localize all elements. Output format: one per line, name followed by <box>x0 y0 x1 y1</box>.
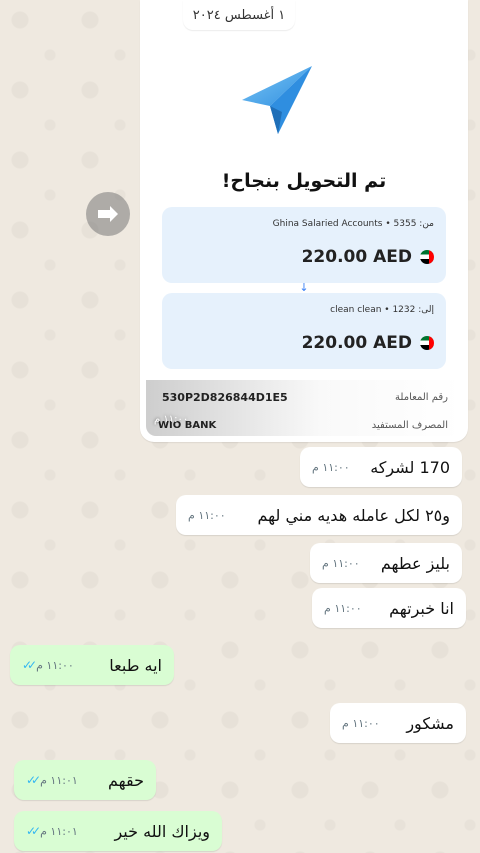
message-time: ١١:٠٠ م <box>324 601 362 615</box>
from-amount: 220.00 AED <box>301 247 412 267</box>
read-receipt-icon: ✓✓ <box>26 824 41 838</box>
from-account-card: من: Ghina Salaried Accounts • 5355 220.0… <box>162 207 446 283</box>
transaction-number: 530P2D826844D1E5 <box>162 391 288 404</box>
message-time: ١١:٠٠ م <box>188 508 226 522</box>
forward-button[interactable] <box>86 192 130 236</box>
message-text: انا خبرتهم <box>389 598 454 618</box>
message-bubble-incoming[interactable]: بليز عطهم ١١:٠٠ م <box>310 543 462 583</box>
message-bubble-incoming[interactable]: انا خبرتهم ١١:٠٠ م <box>312 588 466 628</box>
message-time: ١١:٠٠ م <box>342 716 380 730</box>
message-text: مشكور <box>406 713 454 733</box>
message-time: ١١:٠٠ م <box>312 460 350 474</box>
message-time: ١١:٠٠ م <box>36 658 74 672</box>
to-amount: 220.00 AED <box>301 333 412 353</box>
message-bubble-outgoing[interactable]: ايه طبعا ١١:٠٠ م ✓✓ <box>10 645 174 685</box>
message-text: حقهم <box>107 770 144 790</box>
beneficiary-bank-label: المصرف المستفيد <box>371 420 448 431</box>
message-bubble-outgoing[interactable]: ويزاك الله خير ١١:٠١ م ✓✓ <box>14 811 222 851</box>
message-bubble-outgoing[interactable]: حقهم ١١:٠١ م ✓✓ <box>14 760 156 800</box>
message-text: بليز عطهم <box>380 553 450 573</box>
forward-icon <box>98 206 118 222</box>
message-text: ويزاك الله خير <box>114 821 210 841</box>
transaction-details: رقم المعاملة 530P2D826844D1E5 المصرف الم… <box>146 380 462 436</box>
uae-flag-icon <box>420 336 434 350</box>
read-receipt-icon: ✓✓ <box>26 773 41 787</box>
message-text: 170 لشركه <box>370 457 450 477</box>
transaction-number-label: رقم المعاملة <box>395 392 448 403</box>
receipt-image[interactable]: تم التحويل بنجاح! من: Ghina Salaried Acc… <box>146 0 462 436</box>
date-separator: ١ أغسطس ٢٠٢٤ <box>183 0 295 30</box>
read-receipt-icon: ✓✓ <box>22 658 37 672</box>
image-message[interactable]: تم التحويل بنجاح! من: Ghina Salaried Acc… <box>140 0 468 442</box>
message-time: ١١:٠٠ م <box>322 556 360 570</box>
message-time: ١١:٠١ م <box>40 824 78 838</box>
to-account-label: إلى: clean clean • 1232 <box>330 305 434 315</box>
message-text: ايه طبعا <box>109 655 162 675</box>
from-account-label: من: Ghina Salaried Accounts • 5355 <box>272 219 434 229</box>
message-bubble-incoming[interactable]: و٢٥ لكل عامله هديه مني لهم ١١:٠٠ م <box>176 495 462 535</box>
paper-plane-icon <box>242 66 312 134</box>
message-text: و٢٥ لكل عامله هديه مني لهم <box>257 505 450 525</box>
message-time: ١١:٠١ م <box>40 773 78 787</box>
uae-flag-icon <box>420 250 434 264</box>
transfer-success-title: تم التحويل بنجاح! <box>221 170 387 192</box>
to-account-card: إلى: clean clean • 1232 220.00 AED <box>162 293 446 369</box>
message-bubble-incoming[interactable]: مشكور ١١:٠٠ م <box>330 703 466 743</box>
message-bubble-incoming[interactable]: 170 لشركه ١١:٠٠ م <box>300 447 462 487</box>
message-time: ١١:٠٠ م <box>154 414 189 425</box>
